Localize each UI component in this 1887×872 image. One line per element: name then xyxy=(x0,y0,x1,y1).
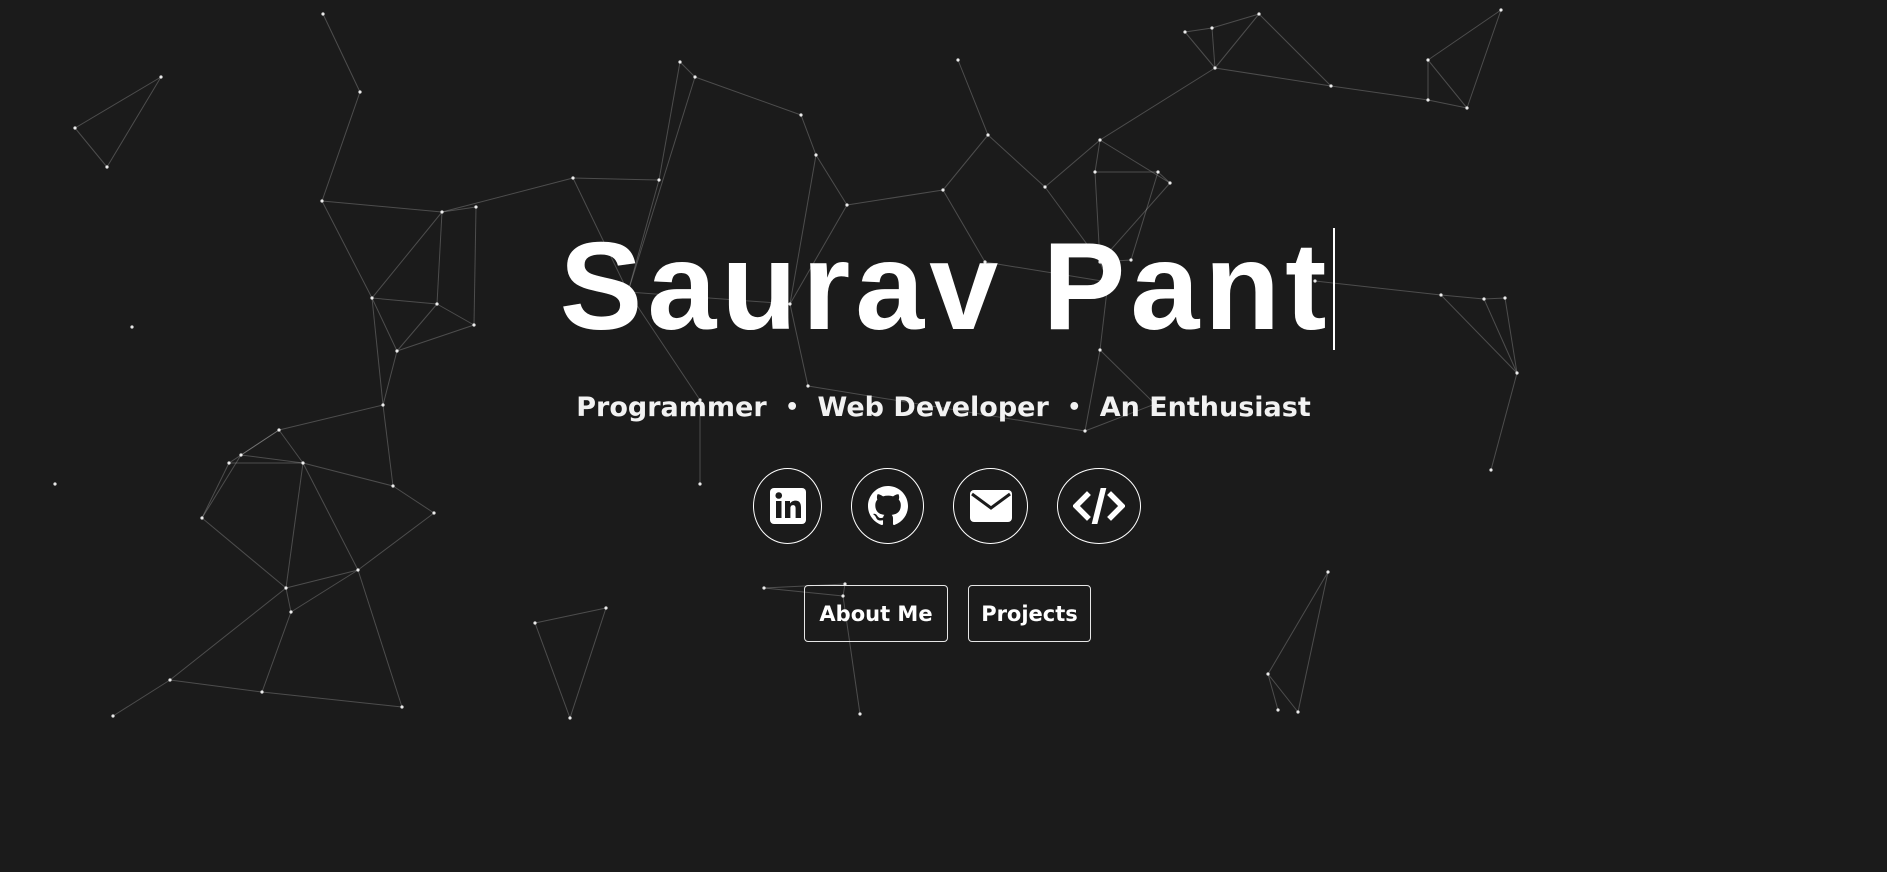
code-icon xyxy=(1073,488,1125,524)
linkedin-link[interactable] xyxy=(753,468,822,544)
page: Saurav Pant Programmer • Web Developer •… xyxy=(0,0,1887,872)
envelope-icon xyxy=(969,490,1012,522)
hero-roles: Programmer • Web Developer • An Enthusia… xyxy=(0,388,1887,428)
role-separator: • xyxy=(1067,395,1082,420)
typing-caret xyxy=(1333,228,1336,350)
role-separator: • xyxy=(785,395,800,420)
projects-button[interactable]: Projects xyxy=(968,585,1091,642)
linkedin-icon xyxy=(769,488,806,524)
github-icon xyxy=(867,486,908,526)
role-programmer: Programmer xyxy=(576,392,767,423)
github-link[interactable] xyxy=(851,468,924,544)
role-web-developer: Web Developer xyxy=(817,392,1049,423)
about-me-button[interactable]: About Me xyxy=(804,585,948,642)
hero-section: Saurav Pant Programmer • Web Developer •… xyxy=(0,0,1887,872)
hero-name: Saurav Pant xyxy=(559,218,1332,356)
code-link[interactable] xyxy=(1057,468,1141,544)
role-enthusiast: An Enthusiast xyxy=(1099,392,1311,423)
title-wrap: Saurav Pant xyxy=(0,222,1887,352)
email-link[interactable] xyxy=(953,468,1028,544)
